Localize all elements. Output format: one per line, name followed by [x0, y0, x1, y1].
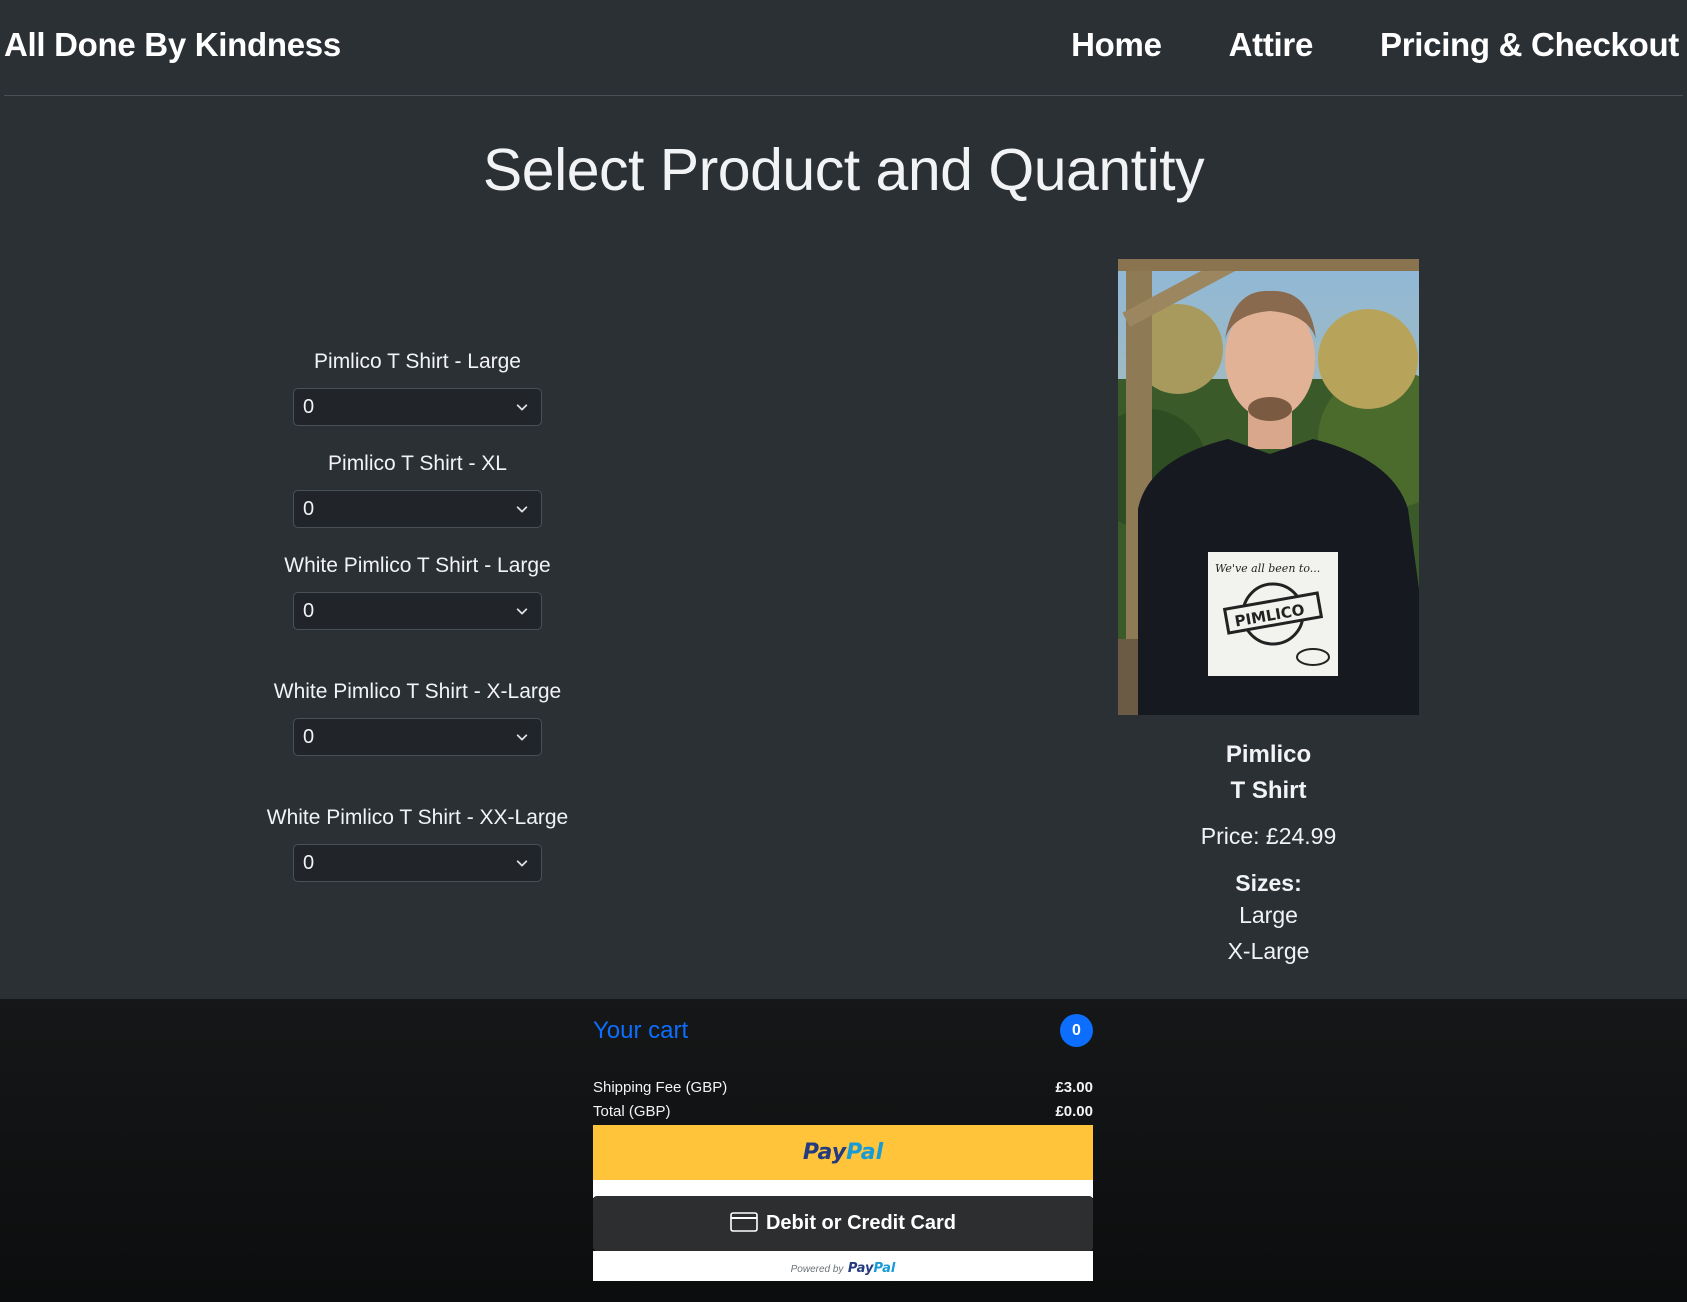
size-item: Large	[1239, 902, 1298, 928]
chevron-down-icon	[516, 860, 528, 867]
quantity-value: 0	[303, 498, 315, 520]
total-row: Total (GBP) £0.00	[593, 1103, 1093, 1120]
shipping-fee-row: Shipping Fee (GBP) £3.00	[593, 1079, 1093, 1096]
selector-label: White Pimlico T Shirt - X-Large	[273, 680, 562, 703]
product-name: Pimlico T Shirt	[1118, 737, 1419, 809]
selector-white-pimlico-xx-large: White Pimlico T Shirt - XX-Large 0	[260, 806, 575, 882]
size-item: X-Large	[1227, 938, 1310, 964]
selector-label: White Pimlico T Shirt - XX-Large	[266, 806, 569, 829]
quantity-select[interactable]: 0	[293, 490, 542, 528]
quantity-value: 0	[303, 600, 315, 622]
site-header: All Done By Kindness Home Attire Pricing…	[0, 0, 1687, 95]
selector-pimlico-large: Pimlico T Shirt - Large 0	[260, 350, 575, 426]
selector-white-pimlico-large: White Pimlico T Shirt - Large 0	[260, 554, 575, 630]
chevron-down-icon	[516, 404, 528, 411]
paypal-button[interactable]: PayPal	[593, 1125, 1093, 1180]
product-photo: We've all been to... PIMLICO	[1118, 259, 1419, 715]
shirt-print-text: We've all been to...	[1215, 562, 1320, 575]
product-name-line2: T Shirt	[1230, 777, 1307, 804]
product-price: Price: £24.99	[1200, 823, 1337, 849]
powered-by-text: Powered by	[790, 1264, 844, 1275]
chevron-down-icon	[516, 506, 528, 513]
quantity-select[interactable]: 0	[293, 844, 542, 882]
quantity-value: 0	[303, 852, 315, 874]
quantity-value: 0	[303, 726, 315, 748]
sizes-heading: Sizes:	[1235, 870, 1302, 896]
main-nav: Home Attire Pricing & Checkout	[1004, 26, 1679, 64]
paypal-logo: PayPal	[802, 1140, 884, 1165]
selector-label: Pimlico T Shirt - Large	[314, 350, 521, 373]
selector-white-pimlico-x-large: White Pimlico T Shirt - X-Large 0	[260, 680, 575, 756]
selector-label: Pimlico T Shirt - XL	[328, 452, 507, 475]
header-divider	[4, 95, 1683, 96]
brand-logo[interactable]: All Done By Kindness	[4, 26, 341, 64]
total-label: Total (GBP)	[593, 1103, 671, 1120]
card-button-label: Debit or Credit Card	[765, 1212, 957, 1234]
selector-label: White Pimlico T Shirt - Large	[284, 554, 551, 577]
shipping-fee-value: £3.00	[1055, 1079, 1093, 1096]
nav-attire[interactable]: Attire	[1229, 26, 1314, 64]
credit-card-icon	[730, 1211, 758, 1232]
shipping-fee-label: Shipping Fee (GBP)	[593, 1079, 728, 1096]
quantity-value: 0	[303, 396, 315, 418]
cart-section: Your cart 0 Shipping Fee (GBP) £3.00 Tot…	[0, 999, 1687, 1302]
quantity-select[interactable]: 0	[293, 718, 542, 756]
chevron-down-icon	[516, 734, 528, 741]
quantity-select[interactable]: 0	[293, 388, 542, 426]
product-name-line1: Pimlico	[1225, 741, 1312, 768]
cart-count-badge: 0	[1060, 1014, 1093, 1047]
cart-title: Your cart	[593, 1017, 689, 1044]
page-title: Select Product and Quantity	[482, 137, 1205, 203]
nav-home[interactable]: Home	[1071, 26, 1162, 64]
paypal-small-logo: PayPal	[847, 1261, 896, 1276]
powered-by-paypal: Powered by PayPal	[593, 1251, 1093, 1281]
chevron-down-icon	[516, 608, 528, 615]
selector-pimlico-xl: Pimlico T Shirt - XL 0	[260, 452, 575, 528]
product-card: We've all been to... PIMLICO Pimlico T S…	[1118, 259, 1419, 969]
quantity-select[interactable]: 0	[293, 592, 542, 630]
total-value: £0.00	[1055, 1103, 1093, 1120]
debit-credit-card-button[interactable]: Debit or Credit Card	[593, 1196, 1093, 1251]
nav-pricing-checkout[interactable]: Pricing & Checkout	[1380, 26, 1679, 64]
